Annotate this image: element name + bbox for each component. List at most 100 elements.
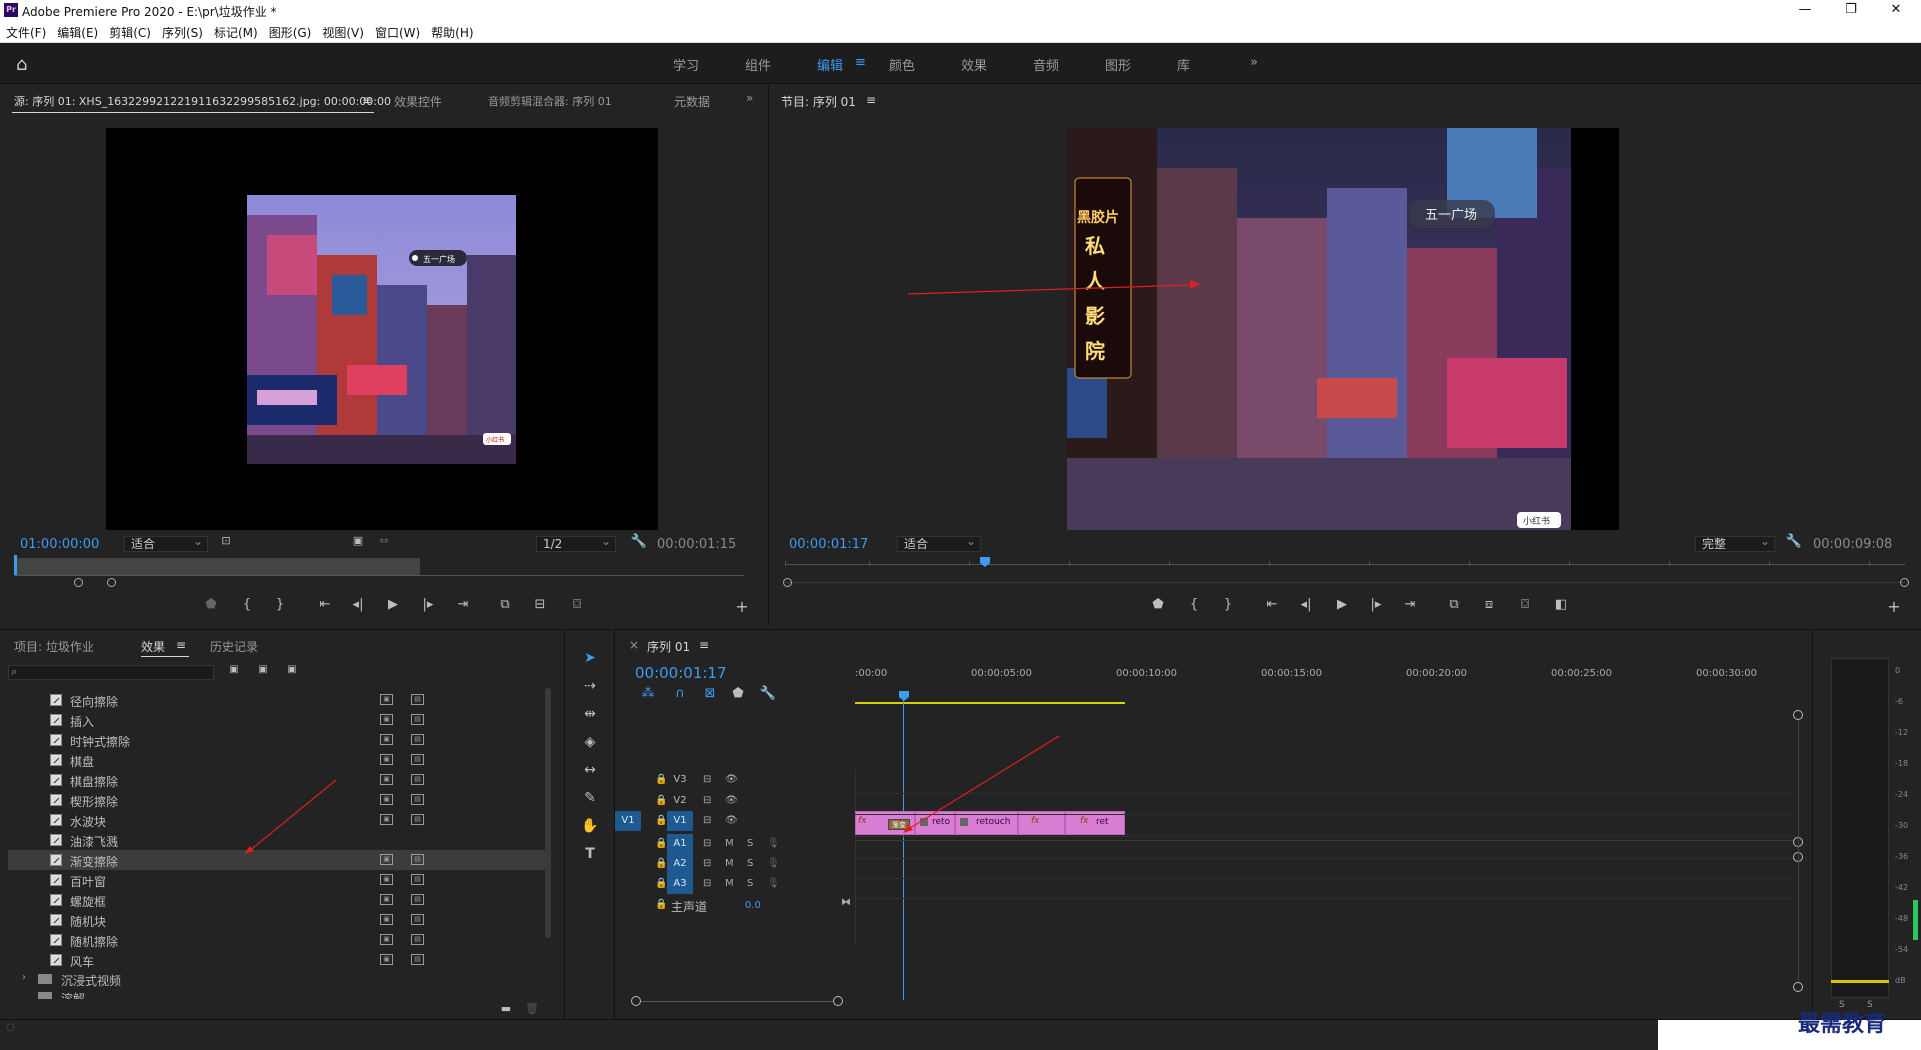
tab-effects-menu-icon[interactable]: ≡ (176, 638, 186, 652)
source-fit-select[interactable]: 适合 (124, 534, 208, 552)
tab-history[interactable]: 历史记录 (210, 638, 258, 655)
workspace-color[interactable]: 颜色 (889, 55, 915, 74)
source-resolution-select[interactable]: 1/2 (536, 534, 616, 552)
source-settings-wrench-icon[interactable]: 🔧 (630, 534, 648, 549)
program-button-editor-plus-icon[interactable]: + (1885, 597, 1903, 616)
effect-item[interactable]: 百叶窗 ▣ ▤ (8, 870, 548, 890)
menu-window[interactable]: 窗口(W) (369, 20, 425, 41)
program-timecode[interactable]: 00:00:01:17 (789, 537, 868, 552)
step-forward-icon[interactable]: |▸ (419, 597, 437, 612)
source-viewer[interactable]: 五一广场 小红书 (106, 128, 658, 530)
step-back-icon[interactable]: ◂| (349, 597, 367, 612)
lock-icon[interactable]: 🔒 (655, 774, 667, 785)
selection-tool-icon[interactable]: ➤ (581, 650, 599, 666)
timeline-timecode[interactable]: 00:00:01:17 (635, 664, 727, 682)
go-to-out-icon[interactable]: ⇥ (454, 597, 472, 612)
lift-icon[interactable]: ⧉ (1445, 597, 1463, 612)
sync-lock-icon[interactable]: ⊟ (703, 815, 711, 826)
timeline-settings-icon[interactable]: 🔧 (759, 686, 777, 701)
eye-icon[interactable]: 👁 (725, 795, 738, 806)
lock-icon[interactable]: 🔒 (655, 858, 667, 869)
effect-item[interactable]: 径向擦除 ▣ ▤ (8, 690, 548, 710)
program-export-frame-icon[interactable]: ⌼ (1516, 597, 1534, 612)
tab-program[interactable]: 节目: 序列 01 (781, 93, 856, 110)
pen-tool-icon[interactable]: ✎ (581, 790, 599, 806)
go-to-in-icon[interactable]: ⇤ (316, 597, 334, 612)
menu-clip[interactable]: 剪辑(C) (103, 20, 156, 41)
source-v1-patch[interactable]: V1 (615, 811, 641, 831)
workspace-audio[interactable]: 音频 (1033, 55, 1059, 74)
32bit-effects-icon[interactable]: ▣ (254, 664, 272, 675)
tab-effects[interactable]: 效果 (141, 638, 165, 655)
type-tool-icon[interactable]: T (581, 846, 599, 862)
source-playhead[interactable] (14, 555, 17, 575)
workspace-more-icon[interactable]: » (1250, 55, 1258, 70)
lock-icon[interactable]: 🔒 (655, 815, 667, 826)
program-settings-wrench-icon[interactable]: 🔧 (1785, 534, 1803, 549)
program-go-to-in-icon[interactable]: ⇤ (1263, 597, 1281, 612)
insert-clip-icon[interactable]: ⧉ (496, 597, 514, 612)
mic-icon[interactable]: 🎙 (767, 878, 780, 889)
export-frame-icon[interactable]: ⌼ (568, 597, 586, 612)
workspace-menu-icon[interactable]: ≡ (855, 55, 866, 70)
program-quality-select[interactable]: 完整 (1695, 534, 1775, 552)
effects-search-input[interactable]: ⌕ (8, 665, 214, 680)
drag-video-icon[interactable]: ⇔ (375, 534, 393, 547)
track-v3-label[interactable]: V3 (667, 770, 693, 790)
mic-icon[interactable]: 🎙 (767, 838, 780, 849)
tab-sequence-menu-icon[interactable]: ≡ (699, 638, 709, 652)
program-step-back-icon[interactable]: ◂| (1297, 597, 1315, 612)
tab-program-menu-icon[interactable]: ≡ (866, 93, 876, 107)
mute-button[interactable]: M (725, 858, 734, 869)
comparison-view-icon[interactable]: ◧ (1552, 597, 1570, 612)
menu-marker[interactable]: 标记(M) (208, 20, 263, 41)
menu-edit[interactable]: 编辑(E) (51, 20, 103, 41)
workspace-learn[interactable]: 学习 (673, 55, 699, 74)
panel-more-icon[interactable]: » (746, 91, 753, 105)
track-a3-label[interactable]: A3 (667, 874, 693, 894)
program-step-forward-icon[interactable]: |▸ (1367, 597, 1385, 612)
track-v2-label[interactable]: V2 (667, 791, 693, 811)
work-area-bar[interactable] (855, 702, 1125, 704)
tab-metadata[interactable]: 元数据 (674, 93, 710, 110)
play-icon[interactable]: ▶ (384, 597, 402, 612)
time-ruler[interactable]: :00:00 00:00:05:00 00:00:10:00 00:00:15:… (855, 660, 1795, 690)
accelerated-effects-icon[interactable]: ▣ (225, 664, 243, 675)
linked-selection-icon[interactable]: ⊠ (701, 686, 719, 701)
workspace-graphics[interactable]: 图形 (1105, 55, 1131, 74)
home-icon[interactable]: ⌂ (16, 54, 27, 75)
sync-lock-icon[interactable]: ⊟ (703, 774, 711, 785)
effect-item[interactable]: 时钟式擦除 ▣ ▤ (8, 730, 548, 750)
folder-immersive-video[interactable]: › 沉浸式视频 (8, 969, 548, 989)
solo-button[interactable]: S (747, 838, 753, 849)
effect-item[interactable]: 棋盘 ▣ ▤ (8, 750, 548, 770)
menu-graphics[interactable]: 图形(G) (263, 20, 317, 41)
menu-sequence[interactable]: 序列(S) (156, 20, 208, 41)
mic-icon[interactable]: 🎙 (767, 858, 780, 869)
nest-icon[interactable]: ⁂ (639, 686, 657, 701)
workspace-effects[interactable]: 效果 (961, 55, 987, 74)
program-go-to-out-icon[interactable]: ⇥ (1401, 597, 1419, 612)
snap-icon[interactable]: ∩ (671, 686, 689, 701)
effect-item[interactable]: 螺旋框 ▣ ▤ (8, 890, 548, 910)
solo-button[interactable]: S (747, 878, 753, 889)
program-mark-out-icon[interactable]: } (1219, 597, 1237, 612)
sync-lock-icon[interactable]: ⊟ (703, 838, 711, 849)
effect-item[interactable]: 随机擦除 ▣ ▤ (8, 930, 548, 950)
insert-icon[interactable]: ▣ (349, 534, 367, 547)
extract-icon[interactable]: ⧈ (1480, 597, 1498, 612)
mark-in-icon[interactable]: { (238, 597, 256, 612)
mark-out-icon[interactable]: } (271, 597, 289, 612)
track-a2-label[interactable]: A2 (667, 854, 693, 874)
sync-lock-icon[interactable]: ⊟ (703, 795, 711, 806)
sync-lock-icon[interactable]: ⊟ (703, 878, 711, 889)
timeline-marker-icon[interactable]: ⬟ (729, 686, 747, 701)
eye-icon[interactable]: 👁 (725, 774, 738, 785)
add-marker-icon[interactable]: ⬟ (202, 597, 220, 612)
menu-view[interactable]: 视图(V) (316, 20, 369, 41)
timeline-close-icon[interactable]: × (629, 638, 639, 652)
lock-icon[interactable]: 🔒 (655, 838, 667, 849)
effects-scrollbar[interactable] (545, 688, 551, 938)
lock-icon[interactable]: 🔒 (655, 899, 667, 910)
program-add-marker-icon[interactable]: ⬟ (1149, 597, 1167, 612)
